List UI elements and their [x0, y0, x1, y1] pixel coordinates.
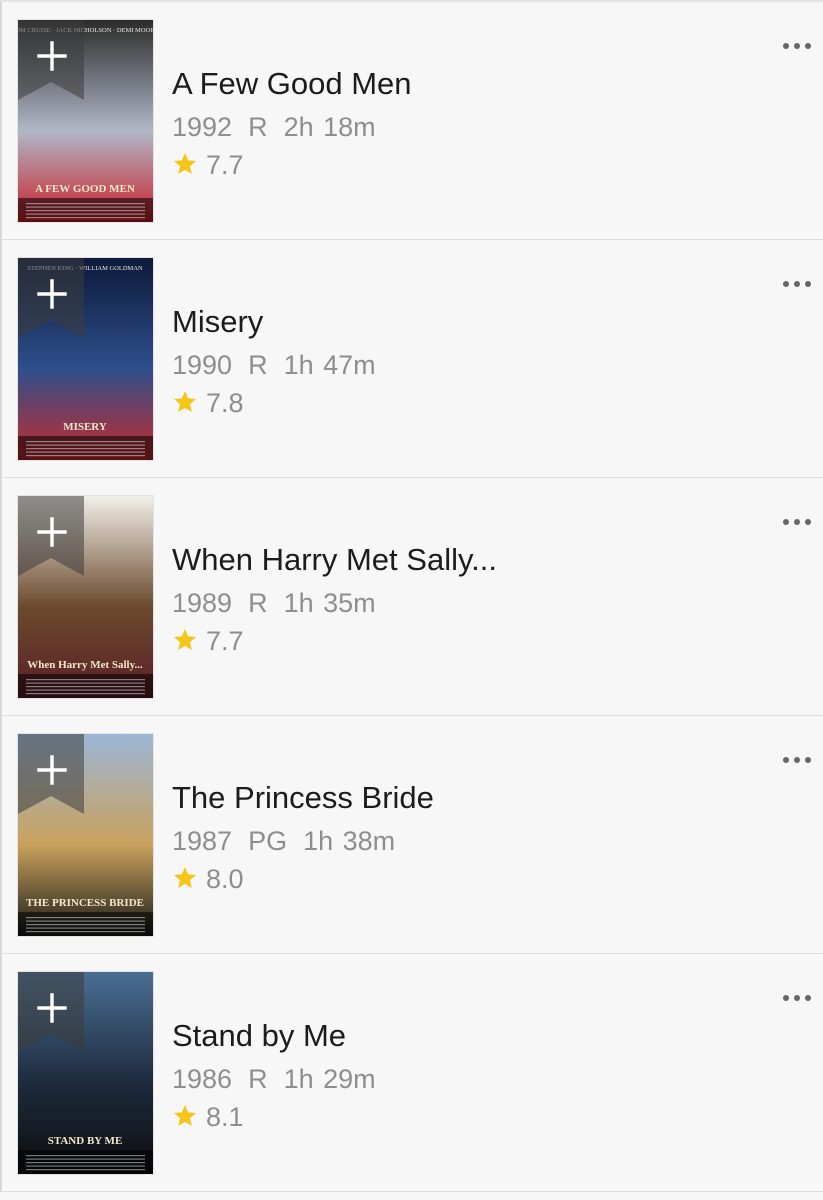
movie-title[interactable]: The Princess Bride: [172, 780, 434, 816]
svg-text:When Harry Met Sally...: When Harry Met Sally...: [27, 659, 143, 671]
plus-icon[interactable]: [36, 516, 68, 548]
star-icon: [172, 151, 198, 177]
svg-text:STAND BY ME: STAND BY ME: [48, 1135, 123, 1147]
svg-text:MISERY: MISERY: [63, 421, 107, 433]
movie-score: 7.7: [172, 626, 244, 657]
row-left-edge: [0, 2, 2, 239]
more-options-button[interactable]: [781, 38, 813, 54]
list-item[interactable]: TOM CRUISE · JACK NICHOLSON · DEMI MOORE…: [0, 2, 823, 240]
movie-runtime: 1h 35m: [283, 588, 376, 618]
movie-meta: 1989 R 1h 35m: [172, 588, 376, 619]
movie-title[interactable]: A Few Good Men: [172, 66, 412, 102]
movie-score-value: 7.8: [206, 388, 244, 418]
movie-runtime: 1h 29m: [283, 1064, 376, 1094]
ellipsis-icon: [783, 281, 811, 287]
movie-poster[interactable]: STAND BY ME: [18, 972, 153, 1174]
movie-score-value: 7.7: [206, 626, 244, 656]
movie-year: 1987: [172, 826, 233, 856]
ellipsis-icon: [783, 43, 811, 49]
list-item[interactable]: THE PRINCESS BRIDE The Princess Bride 19…: [0, 716, 823, 954]
row-left-edge: [0, 954, 2, 1191]
more-options-button[interactable]: [781, 990, 813, 1006]
movie-score-value: 8.0: [206, 864, 244, 894]
movie-title[interactable]: Stand by Me: [172, 1018, 346, 1054]
list-item[interactable]: STAND BY ME Stand by Me 1986 R 1h 29m 8.1: [0, 954, 823, 1192]
more-options-button[interactable]: [781, 514, 813, 530]
plus-icon[interactable]: [36, 40, 68, 72]
svg-text:THE PRINCESS BRIDE: THE PRINCESS BRIDE: [26, 897, 144, 909]
movie-runtime: 2h 18m: [283, 112, 376, 142]
row-left-edge: [0, 240, 2, 477]
movie-year: 1989: [172, 588, 233, 618]
movie-poster[interactable]: THE PRINCESS BRIDE: [18, 734, 153, 936]
ellipsis-icon: [783, 519, 811, 525]
star-icon: [172, 1103, 198, 1129]
more-options-button[interactable]: [781, 752, 813, 768]
movie-year: 1990: [172, 350, 233, 380]
movie-mpaa-rating: PG: [248, 826, 288, 856]
movie-list: TOM CRUISE · JACK NICHOLSON · DEMI MOORE…: [0, 2, 823, 1192]
movie-poster[interactable]: STEPHEN KING · WILLIAM GOLDMAN MISERY: [18, 258, 153, 460]
svg-text:A FEW GOOD MEN: A FEW GOOD MEN: [35, 183, 135, 195]
movie-title[interactable]: When Harry Met Sally...: [172, 542, 497, 578]
movie-score: 8.0: [172, 864, 244, 895]
row-left-edge: [0, 716, 2, 953]
movie-poster[interactable]: TOM CRUISE · JACK NICHOLSON · DEMI MOORE…: [18, 20, 153, 222]
movie-mpaa-rating: R: [248, 588, 268, 618]
list-item[interactable]: STEPHEN KING · WILLIAM GOLDMAN MISERY Mis…: [0, 240, 823, 478]
movie-meta: 1987 PG 1h 38m: [172, 826, 395, 857]
plus-icon[interactable]: [36, 278, 68, 310]
star-icon: [172, 865, 198, 891]
list-item[interactable]: When Harry Met Sally... When Harry Met S…: [0, 478, 823, 716]
movie-year: 1986: [172, 1064, 233, 1094]
star-icon: [172, 627, 198, 653]
movie-title[interactable]: Misery: [172, 304, 263, 340]
movie-meta: 1990 R 1h 47m: [172, 350, 376, 381]
movie-year: 1992: [172, 112, 233, 142]
plus-icon[interactable]: [36, 992, 68, 1024]
star-icon: [172, 389, 198, 415]
movie-poster[interactable]: When Harry Met Sally...: [18, 496, 153, 698]
row-left-edge: [0, 478, 2, 715]
plus-icon[interactable]: [36, 754, 68, 786]
ellipsis-icon: [783, 995, 811, 1001]
movie-mpaa-rating: R: [248, 350, 268, 380]
movie-score: 7.7: [172, 150, 244, 181]
movie-score: 8.1: [172, 1102, 244, 1133]
ellipsis-icon: [783, 757, 811, 763]
movie-mpaa-rating: R: [248, 1064, 268, 1094]
movie-meta: 1986 R 1h 29m: [172, 1064, 376, 1095]
movie-score-value: 8.1: [206, 1102, 244, 1132]
movie-score: 7.8: [172, 388, 244, 419]
movie-meta: 1992 R 2h 18m: [172, 112, 376, 143]
movie-runtime: 1h 47m: [283, 350, 376, 380]
more-options-button[interactable]: [781, 276, 813, 292]
movie-mpaa-rating: R: [248, 112, 268, 142]
movie-score-value: 7.7: [206, 150, 244, 180]
movie-runtime: 1h 38m: [303, 826, 396, 856]
